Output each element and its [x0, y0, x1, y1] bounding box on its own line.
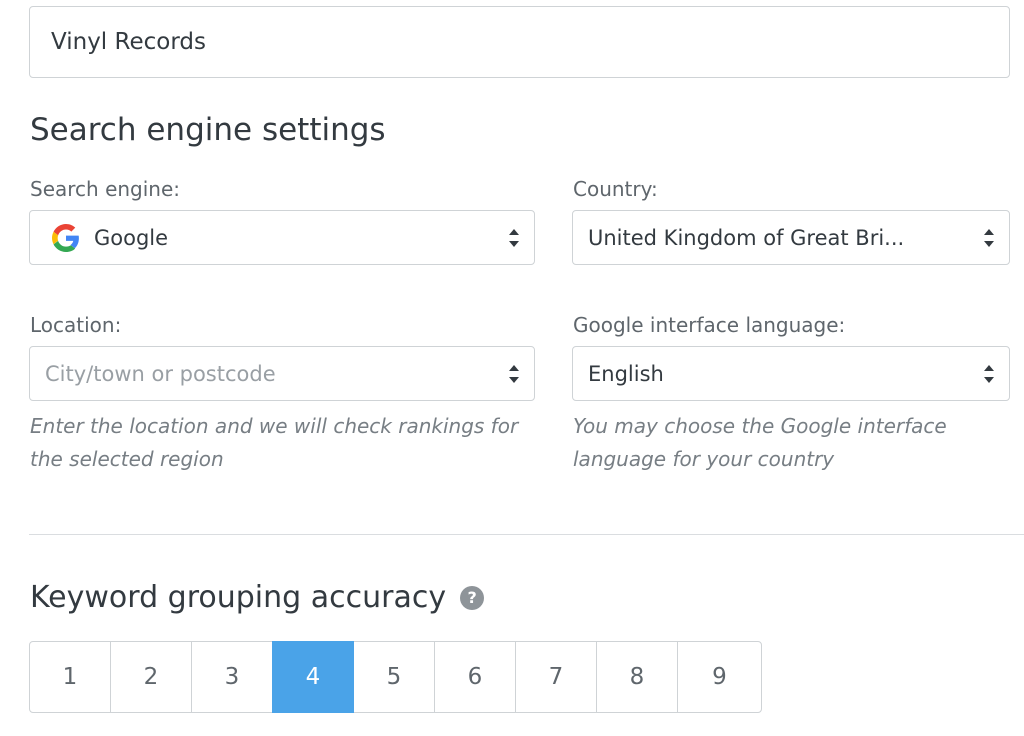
search-engine-value: Google	[94, 225, 169, 250]
country-label: Country:	[573, 177, 658, 201]
country-select[interactable]: United Kingdom of Great Bri...	[572, 210, 1010, 265]
grouping-accuracy-heading: Keyword grouping accuracy ?	[30, 580, 485, 615]
google-logo-icon	[52, 223, 79, 252]
accuracy-option-9[interactable]: 9	[677, 641, 762, 713]
location-placeholder: City/town or postcode	[45, 361, 276, 386]
accuracy-option-7[interactable]: 7	[515, 641, 597, 713]
select-arrows-icon	[509, 364, 519, 383]
grouping-accuracy-selector: 1 2 3 4 5 6 7 8 9	[29, 641, 762, 713]
project-name-input[interactable]: Vinyl Records	[29, 6, 1010, 78]
accuracy-option-5[interactable]: 5	[353, 641, 435, 713]
select-arrows-icon	[984, 364, 994, 383]
accuracy-option-3[interactable]: 3	[191, 641, 273, 713]
grouping-accuracy-title: Keyword grouping accuracy	[30, 580, 447, 615]
search-engine-select[interactable]: Google	[29, 210, 535, 265]
location-hint: Enter the location and we will check ran…	[30, 414, 519, 471]
project-name-value: Vinyl Records	[51, 29, 206, 55]
search-settings-title: Search engine settings	[30, 112, 386, 148]
help-icon[interactable]: ?	[460, 585, 485, 610]
location-select[interactable]: City/town or postcode	[29, 346, 535, 401]
location-label: Location:	[30, 313, 122, 337]
country-value: United Kingdom of Great Bri...	[588, 225, 905, 250]
select-arrows-icon	[509, 228, 519, 247]
search-engine-label: Search engine:	[30, 177, 181, 201]
accuracy-option-4[interactable]: 4	[272, 641, 354, 713]
language-value: English	[588, 361, 664, 386]
select-arrows-icon	[984, 228, 994, 247]
accuracy-option-8[interactable]: 8	[596, 641, 678, 713]
accuracy-option-6[interactable]: 6	[434, 641, 516, 713]
language-label: Google interface language:	[573, 313, 846, 337]
language-select[interactable]: English	[572, 346, 1010, 401]
accuracy-option-1[interactable]: 1	[29, 641, 111, 713]
section-divider	[29, 534, 1024, 535]
accuracy-option-2[interactable]: 2	[110, 641, 192, 713]
language-hint: You may choose the Google interface lang…	[573, 414, 947, 471]
